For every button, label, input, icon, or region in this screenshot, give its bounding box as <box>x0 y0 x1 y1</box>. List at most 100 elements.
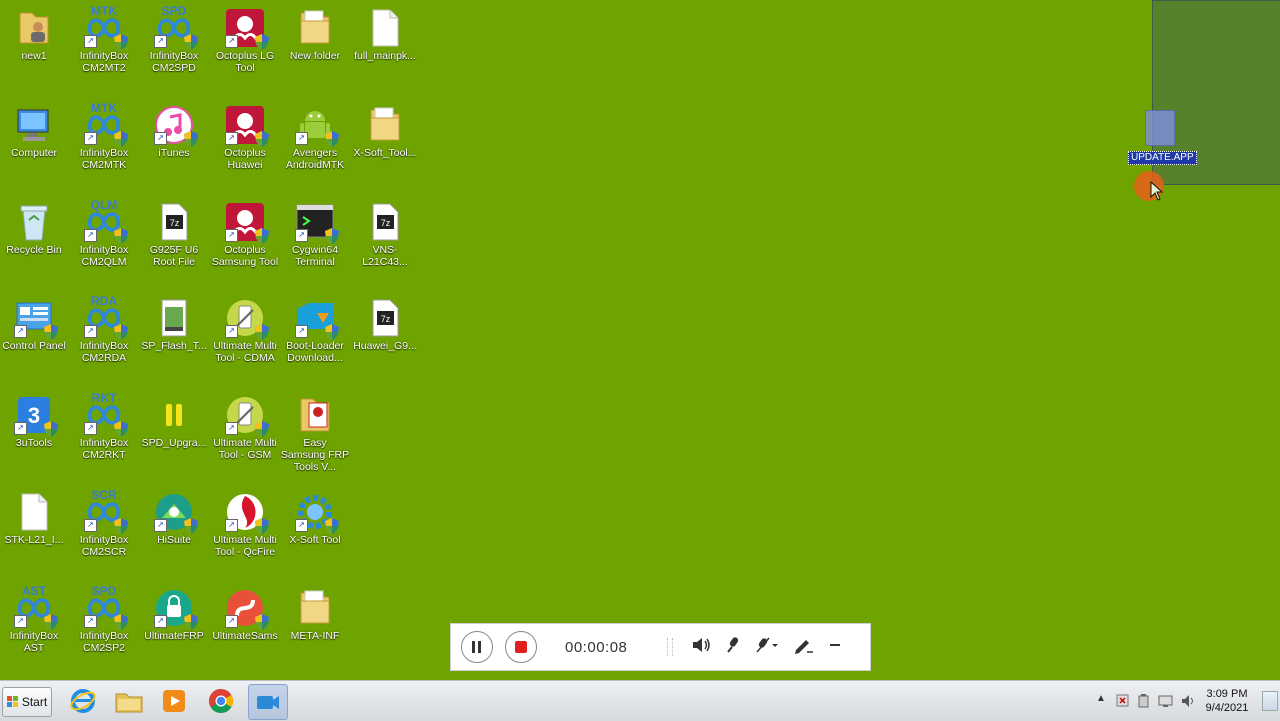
volume-tray-icon[interactable] <box>1180 693 1196 714</box>
desktop-icon-infinitybox-cm2rkt[interactable]: RKT ↗ InfinityBox CM2RKT <box>68 389 140 479</box>
shortcut-arrow-icon: ↗ <box>84 519 97 532</box>
start-button[interactable]: Start <box>2 687 52 717</box>
desktop-icon-infinitybox-cm2qlm[interactable]: QLM ↗ InfinityBox CM2QLM <box>68 196 140 286</box>
taskbar-chrome[interactable] <box>202 684 240 718</box>
desktop[interactable]: new1 MTK ↗ InfinityBox CM2MT2 SPD ↗ InfinityBo… <box>0 0 1280 680</box>
desktop-icon-sp-flash-t[interactable]: SP_Flash_T... <box>138 292 210 382</box>
icon-badge: QLM <box>90 198 118 212</box>
desktop-icon-control-panel[interactable]: ↗ Control Panel <box>0 292 70 382</box>
desktop-icon-computer[interactable]: Computer <box>0 99 70 189</box>
desktop-icon-cygwin64-terminal[interactable]: ↗ Cygwin64 Terminal <box>279 196 351 286</box>
desktop-icon-3utools[interactable]: 3 ↗ 3uTools <box>0 389 70 479</box>
desktop-icon-g925f-u6-root-file[interactable]: 7z G925F U6 Root File <box>138 196 210 286</box>
desktop-icon-stk-l21-i[interactable]: STK-L21_I... <box>0 486 70 576</box>
icon-badge: MTK <box>91 101 117 115</box>
desktop-icon-itunes[interactable]: ↗ iTunes <box>138 99 210 189</box>
shortcut-arrow-icon: ↗ <box>154 519 167 532</box>
clock[interactable]: 3:09 PM 9/4/2021 <box>1200 687 1254 715</box>
desktop-icon-full-mainpk[interactable]: full_mainpk... <box>349 2 421 92</box>
shortcut-arrow-icon: ↗ <box>84 422 97 435</box>
sams-icon: ↗ <box>225 588 269 630</box>
dragged-file-label: UPDATE.APP <box>1128 151 1197 165</box>
recycle-icon <box>14 202 54 242</box>
desktop-icon-label: Huawei_G9... <box>353 340 417 352</box>
desktop-icon-octoplus-samsung-tool[interactable]: ↗ Octoplus Samsung Tool <box>209 196 281 286</box>
desktop-icon-label: Octoplus Huawei <box>224 147 266 171</box>
desktop-icon-new-folder[interactable]: New folder <box>279 2 351 92</box>
taskbar-internet-explorer[interactable] <box>64 684 102 718</box>
desktop-icon-label: META-INF <box>290 630 340 642</box>
desktop-icon-meta-inf[interactable]: META-INF <box>279 582 351 672</box>
shortcut-arrow-icon: ↗ <box>225 325 238 338</box>
infinity-icon: SPD ↗ <box>84 584 128 630</box>
zip-icon: 7z <box>365 298 405 338</box>
desktop-icon-label: InfinityBox AST <box>9 630 59 654</box>
icon-badge: SCR <box>91 488 117 502</box>
desktop-icon-ultimatefrp[interactable]: ↗ UltimateFRP <box>138 582 210 672</box>
stop-record-button[interactable] <box>505 631 537 663</box>
minimize-icon <box>830 644 841 646</box>
desktop-icon-octoplus-huawei[interactable]: ↗ Octoplus Huawei <box>209 99 281 189</box>
battery-icon[interactable] <box>1138 694 1150 713</box>
action-center-icon[interactable] <box>1116 694 1130 712</box>
media-player-icon <box>163 690 185 712</box>
desktop-icon-infinitybox-cm2mt2[interactable]: MTK ↗ InfinityBox CM2MT2 <box>68 2 140 92</box>
desktop-icon-infinitybox-cm2rda[interactable]: RDA ↗ InfinityBox CM2RDA <box>68 292 140 382</box>
desktop-icon-new1[interactable]: new1 <box>0 2 70 92</box>
desktop-icon-recycle-bin[interactable]: Recycle Bin <box>0 196 70 286</box>
shortcut-arrow-icon: ↗ <box>295 132 308 145</box>
desktop-icon-avengers-androidmtk[interactable]: ↗ Avengers AndroidMTK <box>279 99 351 189</box>
desktop-icon-huawei-g9[interactable]: 7z Huawei_G9... <box>349 292 421 382</box>
taskbar-file-explorer[interactable] <box>110 684 148 718</box>
network-icon[interactable] <box>1158 694 1174 713</box>
stop-icon <box>515 641 527 653</box>
taskbar-recorder-app[interactable] <box>248 684 288 720</box>
folder-icon <box>115 693 143 713</box>
desktop-icon-x-soft-tool[interactable]: ↗ X-Soft Tool <box>279 486 351 576</box>
show-desktop-button[interactable] <box>1262 691 1278 711</box>
desktop-icon-ultimate-multi-tool-gsm[interactable]: ↗ Ultimate Multi Tool - GSM <box>209 389 281 479</box>
android-icon: ↗ <box>295 105 339 147</box>
desktop-icon-label: 3uTools <box>15 437 53 449</box>
annotate-button[interactable] <box>793 636 814 659</box>
desktop-icon-easy-samsung-frp-tools-v[interactable]: Easy Samsung FRP Tools V... <box>279 389 351 479</box>
shortcut-arrow-icon: ↗ <box>14 615 27 628</box>
microphone-button[interactable] <box>725 636 741 659</box>
desktop-icon-infinitybox-cm2sp2[interactable]: SPD ↗ InfinityBox CM2SP2 <box>68 582 140 672</box>
desktop-icon-ultimate-multi-tool-qcfire[interactable]: ↗ Ultimate Multi Tool - QcFire <box>209 486 281 576</box>
gear-icon: ↗ <box>295 492 339 534</box>
shortcut-arrow-icon: ↗ <box>84 132 97 145</box>
show-hidden-icons-chevron-icon[interactable]: ▲ <box>1096 693 1106 704</box>
terminal-icon: ↗ <box>295 202 339 244</box>
pause-button[interactable] <box>461 631 493 663</box>
desktop-icon-ultimate-multi-tool-cdma[interactable]: ↗ Ultimate Multi Tool - CDMA <box>209 292 281 382</box>
desktop-icon-boot-loader-download[interactable]: ↗ Boot-Loader Download... <box>279 292 351 382</box>
minimize-button[interactable] <box>829 638 841 656</box>
mute-mic-button[interactable] <box>755 636 779 659</box>
desktop-icon-label: Ultimate Multi Tool - GSM <box>213 437 277 461</box>
volume-button[interactable] <box>691 636 711 659</box>
desktop-icon-label: InfinityBox CM2SP2 <box>79 630 129 654</box>
desktop-icon-infinitybox-cm2scr[interactable]: SCR ↗ InfinityBox CM2SCR <box>68 486 140 576</box>
shortcut-arrow-icon: ↗ <box>225 35 238 48</box>
shortcut-arrow-icon: ↗ <box>84 35 97 48</box>
desktop-icon-infinitybox-cm2mtk[interactable]: MTK ↗ InfinityBox CM2MTK <box>68 99 140 189</box>
desktop-icon-spd-upgra[interactable]: SPD_Upgra... <box>138 389 210 479</box>
desktop-icon-ultimatesams[interactable]: ↗ UltimateSams <box>209 582 281 672</box>
speaker-icon <box>693 637 711 652</box>
desktop-icon-octoplus-lg-tool[interactable]: ↗ Octoplus LG Tool <box>209 2 281 92</box>
infinity-icon: QLM ↗ <box>84 198 128 244</box>
bootloader-icon: ↗ <box>295 298 339 340</box>
desktop-icon-vns-l21c43[interactable]: 7z VNS-L21C43... <box>349 196 421 286</box>
pen-icon <box>795 639 814 654</box>
desktop-icon-infinitybox-cm2spd[interactable]: SPD ↗ InfinityBox CM2SPD <box>138 2 210 92</box>
drag-handle[interactable] <box>667 638 674 656</box>
desktop-icon-x-soft-tool[interactable]: X-Soft_Tool... <box>349 99 421 189</box>
desktop-icon-hisuite[interactable]: ↗ HiSuite <box>138 486 210 576</box>
desktop-icon-infinitybox-ast[interactable]: AST ↗ InfinityBox AST <box>0 582 70 672</box>
microphone-icon <box>727 636 739 653</box>
desktop-icon-label: Boot-Loader Download... <box>286 340 344 364</box>
desktop-icon-label: Computer <box>10 147 58 159</box>
pause-icon <box>154 395 194 435</box>
taskbar-media-player[interactable] <box>155 684 193 718</box>
